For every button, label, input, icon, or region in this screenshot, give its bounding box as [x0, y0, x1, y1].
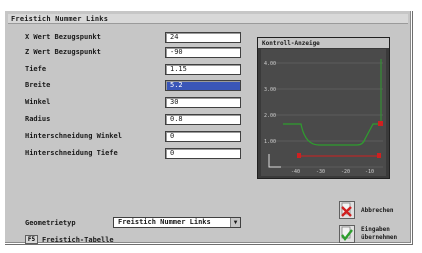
dialog-window: Freistich Nummer Links X Wert Bezugspunk… — [4, 10, 412, 244]
tiefe-field[interactable]: 1.15 — [165, 64, 241, 75]
y-tick-label: 4.00 — [264, 61, 276, 67]
geometry-type-select[interactable]: Freistich Nummer Links ▼ — [113, 217, 241, 228]
groove-table-link[interactable]: Freistich-Tabelle — [42, 235, 114, 245]
z-wert-field[interactable]: -90 — [165, 47, 241, 58]
dimension-end-marker — [377, 153, 381, 158]
label-winkel: Winkel — [25, 98, 51, 106]
label-breite: Breite — [25, 81, 51, 89]
geometry-type-label: Geometrietyp — [25, 219, 76, 227]
winkel-field[interactable]: 30 — [165, 97, 241, 108]
hinterschneidung-winkel-field[interactable]: 0 — [165, 131, 241, 142]
radius-field[interactable]: 0.8 — [165, 114, 241, 125]
x-tick-label: -30 — [316, 169, 325, 175]
accept-label-line1[interactable]: Eingaben — [361, 226, 390, 234]
label-x-wert: X Wert Bezugspunkt — [25, 33, 101, 41]
f5-key-badge[interactable]: F5 — [25, 235, 38, 244]
x-tick-label: -20 — [341, 169, 350, 175]
axis-origin-icon — [268, 154, 281, 168]
accept-button[interactable] — [339, 225, 355, 243]
label-hinterschneidung-tiefe: Hinterschneidung Tiefe — [25, 149, 118, 157]
hinterschneidung-tiefe-field[interactable]: 0 — [165, 148, 241, 159]
breite-field[interactable]: 5.2 — [165, 80, 241, 91]
label-z-wert: Z Wert Bezugspunkt — [25, 48, 101, 56]
chevron-down-icon[interactable]: ▼ — [230, 218, 240, 227]
accept-label-line2[interactable]: übernehmen — [361, 234, 397, 242]
checkmark-icon — [341, 226, 353, 241]
x-tick-label: -10 — [365, 169, 374, 175]
preview-title: Kontroll-Anzeige — [262, 40, 320, 47]
window-title: Freistich Nummer Links — [8, 14, 408, 24]
y-tick-label: 3.00 — [264, 87, 276, 93]
dimension-start-marker — [297, 153, 301, 158]
cancel-label[interactable]: Abbrechen — [361, 207, 394, 215]
x-wert-field[interactable]: 24 — [165, 32, 241, 43]
cancel-button[interactable] — [339, 201, 355, 219]
profile-line — [283, 123, 381, 146]
y-tick-label: 2.00 — [264, 113, 276, 119]
label-radius: Radius — [25, 115, 51, 123]
x-tick-label: -40 — [291, 169, 300, 175]
cancel-icon — [341, 202, 352, 217]
label-hinterschneidung-winkel: Hinterschneidung Winkel — [25, 132, 122, 140]
control-preview-panel: Kontroll-Anzeige 4.00 3.00 2.00 1.00 -40… — [257, 37, 390, 179]
preview-drawing: 4.00 3.00 2.00 1.00 -40 -30 -20 -10 — [264, 59, 383, 175]
reference-point-marker — [378, 121, 383, 126]
geometry-type-value: Freistich Nummer Links — [118, 218, 211, 226]
y-tick-label: 1.00 — [264, 139, 276, 145]
label-tiefe: Tiefe — [25, 65, 47, 73]
